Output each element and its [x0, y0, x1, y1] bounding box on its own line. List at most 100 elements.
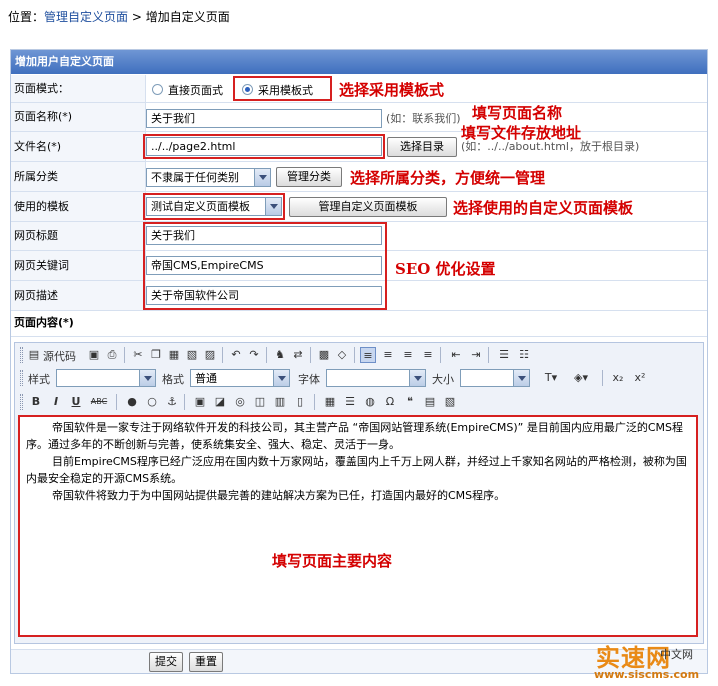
special-char-icon[interactable]: Ω	[382, 394, 398, 410]
breadcrumb-prefix: 位置：	[8, 10, 45, 24]
find-icon[interactable]: ♞	[272, 347, 288, 363]
format-value: 普通	[195, 372, 217, 385]
choose-dir-button[interactable]: 选择目录	[387, 137, 457, 157]
flash-icon[interactable]: ◪	[212, 394, 228, 410]
editor-toolbar-row-3: B I U ABC ● ○ ⚓ ▣ ◪ ◎ ◫ ▥ ▯ ▦ ☰ ◍ Ω ❝ ▤ …	[18, 391, 698, 413]
format-label: 格式	[162, 373, 184, 386]
content-label: 页面内容(*)	[14, 316, 74, 329]
ordered-list-icon[interactable]: ☰	[496, 347, 512, 363]
image-icon[interactable]: ▣	[192, 394, 208, 410]
name-hint: (如：联系我们)	[386, 112, 461, 125]
content-paragraph-2: 目前EmpireCMS程序已经广泛应用在国内数十万家网站，覆盖国内上千万上网人群…	[26, 455, 687, 485]
page-break-icon[interactable]: ▤	[422, 394, 438, 410]
save-icon[interactable]: ▣	[86, 347, 102, 363]
form-title: 增加用户自定义页面	[11, 50, 707, 74]
template-value: 测试自定义页面模板	[151, 200, 250, 213]
quote-icon[interactable]: ❝	[402, 394, 418, 410]
seo-keywords-label: 网页关键词	[14, 259, 69, 272]
category-select[interactable]: 不隶属于任何类别	[146, 168, 271, 187]
annotation-content: 填写页面主要内容	[272, 552, 393, 570]
page-icon[interactable]: ▯	[292, 394, 308, 410]
seo-title-label: 网页标题	[14, 229, 58, 242]
format-select[interactable]: 普通	[190, 369, 290, 387]
eraser-icon[interactable]: ◇	[334, 347, 350, 363]
align-justify-icon[interactable]: ≡	[420, 347, 436, 363]
annotation-file: 填写文件存放地址	[461, 124, 582, 142]
content-paragraph-1: 帝国软件是一家专注于网络软件开发的科技公司，其主营产品 “帝国网站管理系统(Em…	[26, 421, 684, 451]
submit-button[interactable]: 提交	[149, 652, 183, 672]
replace-icon[interactable]: ⇄	[290, 347, 306, 363]
unordered-list-icon[interactable]: ☷	[516, 347, 532, 363]
breadcrumb-sep: >	[128, 10, 146, 24]
breadcrumb: 位置：管理自定义页面 > 增加自定义页面	[8, 8, 230, 25]
bold-icon[interactable]: B	[28, 394, 44, 410]
anchor-icon[interactable]: ⚓	[164, 394, 180, 410]
source-button-label[interactable]: 源代码	[43, 348, 76, 364]
preview-icon[interactable]: ⎙	[104, 347, 120, 363]
superscript-icon[interactable]: x²	[632, 370, 648, 386]
undo-icon[interactable]: ↶	[228, 347, 244, 363]
attachment-icon[interactable]: ▥	[272, 394, 288, 410]
outdent-icon[interactable]: ⇤	[448, 347, 464, 363]
filename-input[interactable]: ../../page2.html	[146, 137, 382, 156]
annotation-seo: SEO 优化设置	[395, 260, 496, 278]
chevron-down-icon	[273, 370, 289, 386]
breadcrumb-link[interactable]: 管理自定义页面	[44, 10, 128, 24]
paste-text-icon[interactable]: ▧	[184, 347, 200, 363]
name-label: 页面名称(*)	[14, 110, 73, 123]
paste-word-icon[interactable]: ▨	[202, 347, 218, 363]
manage-template-button[interactable]: 管理自定义页面模板	[289, 197, 447, 217]
smiley-icon[interactable]: ◍	[362, 394, 378, 410]
style-select[interactable]	[56, 369, 156, 387]
size-label: 大小	[432, 373, 454, 386]
paste-icon[interactable]: ▦	[166, 347, 182, 363]
strike-icon[interactable]: ABC	[88, 394, 110, 410]
subscript-icon[interactable]: x₂	[610, 370, 626, 386]
template-label: 使用的模板	[14, 200, 69, 213]
radio-direct[interactable]	[152, 84, 163, 95]
watermark-url: www.siscms.com	[594, 668, 700, 681]
copy-icon[interactable]: ❐	[148, 347, 164, 363]
table-icon[interactable]: ▦	[322, 394, 338, 410]
chevron-down-icon	[139, 370, 155, 386]
hr-icon[interactable]: ☰	[342, 394, 358, 410]
radio-template[interactable]	[242, 84, 253, 95]
code-icon[interactable]: ▧	[442, 394, 458, 410]
radio-direct-label: 直接页面式	[168, 84, 223, 97]
indent-icon[interactable]: ⇥	[468, 347, 484, 363]
template-select[interactable]: 测试自定义页面模板	[146, 197, 282, 216]
chevron-down-icon	[513, 370, 529, 386]
chevron-down-icon	[254, 169, 270, 186]
file-icon[interactable]: ◫	[252, 394, 268, 410]
underline-icon[interactable]: U	[68, 394, 84, 410]
align-right-icon[interactable]: ≡	[400, 347, 416, 363]
breadcrumb-current: 增加自定义页面	[145, 10, 230, 24]
annotation-category: 选择所属分类，方便统一管理	[350, 169, 546, 187]
redo-icon[interactable]: ↷	[246, 347, 262, 363]
chevron-down-icon	[409, 370, 425, 386]
cut-icon[interactable]: ✂	[130, 347, 146, 363]
editor-toolbar-row-2: 样式 格式 普通 字体 大小 T▾ ◈▾ x₂ x²	[18, 367, 698, 389]
font-label: 字体	[298, 373, 320, 386]
page-name-input[interactable]: 关于我们	[146, 109, 382, 128]
unlink-icon[interactable]: ○	[144, 394, 160, 410]
size-select[interactable]	[460, 369, 530, 387]
align-left-icon[interactable]: ≡	[360, 347, 376, 363]
align-center-icon[interactable]: ≡	[380, 347, 396, 363]
link-icon[interactable]: ●	[124, 394, 140, 410]
text-color-icon[interactable]: T▾	[538, 370, 564, 386]
select-all-icon[interactable]: ▩	[316, 347, 332, 363]
italic-icon[interactable]: I	[48, 394, 64, 410]
editor-content[interactable]: 帝国软件是一家专注于网络软件开发的科技公司，其主营产品 “帝国网站管理系统(Em…	[18, 415, 698, 637]
media-icon[interactable]: ◎	[232, 394, 248, 410]
source-icon[interactable]: ▤	[26, 347, 42, 363]
watermark-suffix: 中文网	[660, 648, 693, 661]
annotation-mode: 选择采用模板式	[339, 81, 445, 99]
highlight-seo	[143, 222, 387, 310]
annotation-name: 填写页面名称	[472, 104, 563, 122]
font-select[interactable]	[326, 369, 426, 387]
bg-color-icon[interactable]: ◈▾	[568, 370, 594, 386]
reset-button[interactable]: 重置	[189, 652, 223, 672]
chevron-down-icon	[265, 198, 281, 215]
manage-category-button[interactable]: 管理分类	[276, 167, 342, 187]
